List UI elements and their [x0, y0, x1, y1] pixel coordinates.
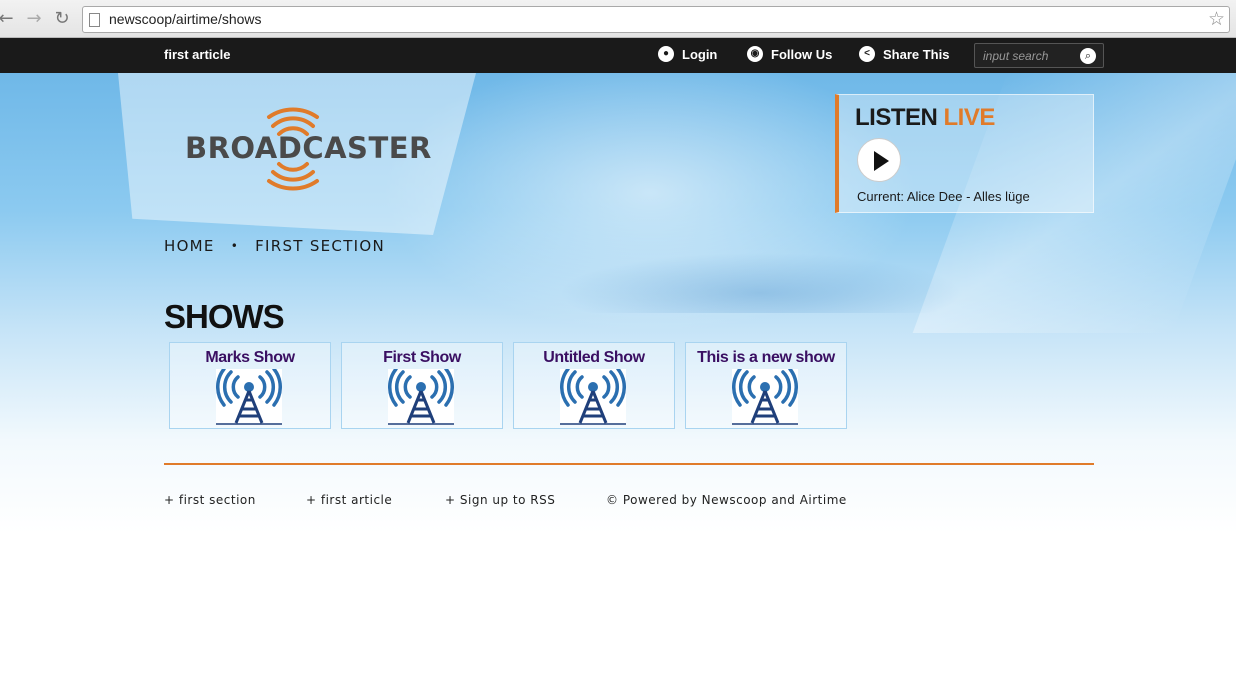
search-box: ⌕ [974, 43, 1104, 68]
broadcaster-logo[interactable]: BROADCASTER [185, 104, 431, 194]
crowd-silhouette [560, 243, 980, 313]
listen-live-title: LISTEN LIVE [855, 104, 995, 131]
login-link[interactable]: ● Login [658, 46, 717, 62]
reload-icon[interactable]: ↻ [52, 8, 72, 30]
play-button[interactable] [857, 138, 901, 182]
radio-tower-icon [732, 367, 798, 425]
page-icon [89, 13, 100, 27]
current-track: Current: Alice Dee - Alles lüge [857, 189, 1030, 204]
rss-icon: ◉ [747, 46, 763, 62]
radio-tower-icon [560, 367, 626, 425]
search-input[interactable] [983, 48, 1075, 64]
show-card[interactable]: Untitled Show [513, 342, 675, 429]
show-name[interactable]: First Show [342, 349, 502, 367]
show-card[interactable]: This is a new show [685, 342, 847, 429]
back-icon[interactable]: ← [0, 8, 16, 30]
follow-label: Follow Us [771, 46, 833, 62]
main-nav: HOME • FIRST SECTION [164, 237, 385, 255]
forward-icon[interactable]: → [24, 8, 44, 30]
search-icon[interactable]: ⌕ [1080, 48, 1096, 64]
login-label: Login [682, 46, 718, 62]
bookmark-star-icon[interactable]: ☆ [1208, 8, 1225, 30]
show-card[interactable]: Marks Show [169, 342, 331, 429]
nav-separator: • [230, 239, 240, 253]
nav-first-section[interactable]: FIRST SECTION [255, 237, 385, 255]
listen-live-widget: LISTEN LIVE Current: Alice Dee - Alles l… [835, 94, 1094, 213]
share-label: Share This [883, 46, 950, 62]
page-title: SHOWS [164, 298, 285, 335]
show-card[interactable]: First Show [341, 342, 503, 429]
footer-link-first-section[interactable]: + first section [164, 493, 256, 507]
footer-divider [164, 463, 1094, 465]
user-icon: ● [658, 46, 674, 62]
address-bar[interactable]: newscoop/airtime/shows ☆ [82, 6, 1230, 33]
show-name[interactable]: Untitled Show [514, 349, 674, 367]
logo-text: BROADCASTER [185, 131, 432, 165]
footer-link-first-article[interactable]: + first article [306, 493, 392, 507]
show-name[interactable]: Marks Show [170, 349, 330, 367]
site-topbar: first article ● Login ◉ Follow Us < Shar… [0, 38, 1236, 73]
share-this-link[interactable]: < Share This [859, 46, 949, 62]
powered-by-text: © Powered by Newscoop and Airtime [606, 493, 847, 507]
nav-home[interactable]: HOME [164, 237, 215, 255]
footer-link-rss[interactable]: + Sign up to RSS [445, 493, 555, 507]
url-text[interactable]: newscoop/airtime/shows [109, 11, 262, 27]
follow-us-link[interactable]: ◉ Follow Us [747, 46, 832, 62]
radio-tower-icon [388, 367, 454, 425]
browser-toolbar: ← → ↻ newscoop/airtime/shows ☆ [0, 0, 1236, 38]
share-icon: < [859, 46, 875, 62]
show-name[interactable]: This is a new show [686, 349, 846, 367]
radio-tower-icon [216, 367, 282, 425]
topbar-first-article-link[interactable]: first article [164, 47, 230, 62]
